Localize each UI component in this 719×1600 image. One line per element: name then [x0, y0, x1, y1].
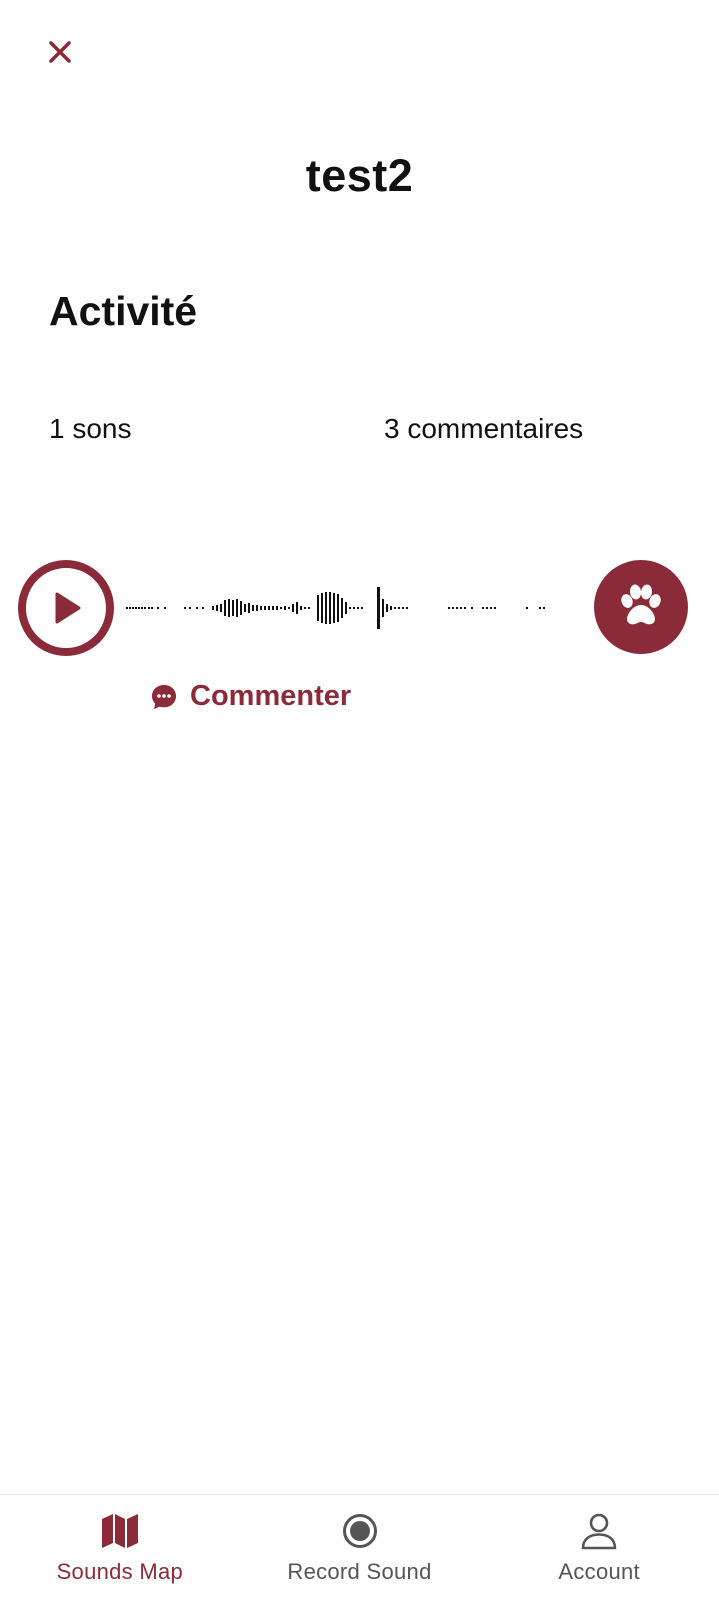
waveform-bar: [284, 606, 286, 610]
paw-icon: [621, 584, 661, 625]
waveform-bar: [138, 607, 140, 609]
waveform-bar: [272, 606, 274, 610]
waveform-bar: [184, 607, 186, 609]
nav-label-sounds-map: Sounds Map: [56, 1559, 184, 1584]
waveform-bar: [196, 607, 198, 609]
waveform-bar: [252, 605, 254, 611]
waveform-bar: [386, 604, 388, 612]
waveform-bar: [202, 607, 204, 609]
nav-label-account: Account: [558, 1559, 640, 1584]
waveform-bar: [212, 606, 214, 610]
waveform-bar: [526, 607, 528, 609]
waveform-bar: [390, 606, 392, 610]
waveform-bar: [321, 593, 323, 623]
page-title: test2: [305, 150, 414, 201]
waveform-bar: [300, 606, 302, 610]
waveform-bar: [398, 607, 400, 609]
play-icon: [55, 592, 81, 624]
waveform-bar: [471, 607, 473, 609]
waveform-bar: [543, 607, 545, 609]
waveform-bar: [448, 607, 450, 609]
waveform-bar: [456, 607, 458, 609]
play-button[interactable]: [18, 560, 114, 656]
waveform-bar: [329, 592, 331, 624]
waveform-bar: [325, 592, 327, 624]
waveform-bar: [228, 599, 230, 617]
waveform-bar: [292, 604, 294, 612]
waveform-bar: [357, 607, 359, 609]
comment-button[interactable]: Commenter: [150, 680, 351, 713]
waveform-bar: [164, 607, 166, 609]
waveform-bar: [135, 607, 137, 609]
waveform-bar: [341, 598, 343, 618]
waveform-bar: [232, 600, 234, 616]
waveform-bar: [126, 607, 128, 609]
waveform-bar: [464, 607, 466, 609]
paw-button[interactable]: [594, 560, 688, 654]
waveform-bar: [129, 607, 131, 609]
waveform-bar: [264, 606, 266, 610]
waveform-bar: [296, 602, 298, 614]
waveform-bar: [377, 587, 380, 629]
waveform-bar: [394, 607, 396, 609]
comments-count: 3 commentaires: [384, 413, 584, 444]
waveform-bar: [406, 607, 408, 609]
waveform-bar: [452, 607, 454, 609]
bottom-navigation: Sounds Map Record Sound Account: [0, 1494, 719, 1600]
waveform-bar: [141, 607, 143, 609]
nav-item-account[interactable]: Account: [479, 1495, 719, 1600]
sounds-count: 1 sons: [49, 413, 132, 444]
waveform-bar: [144, 607, 146, 609]
nav-item-sounds-map[interactable]: Sounds Map: [0, 1495, 240, 1600]
waveform-bar: [361, 607, 363, 609]
waveform-bar: [288, 607, 290, 609]
waveform-bar: [244, 604, 246, 612]
waveform-bar: [494, 607, 496, 609]
close-button[interactable]: [40, 32, 80, 72]
waveform-bar: [240, 601, 242, 615]
waveform-bar: [349, 607, 351, 609]
waveform-bar: [460, 607, 462, 609]
waveform-bar: [490, 607, 492, 609]
waveform-bar: [333, 593, 335, 623]
waveform-bar: [157, 607, 159, 609]
waveform-bar: [256, 605, 258, 611]
record-icon: [340, 1511, 380, 1551]
waveform-bar: [280, 607, 282, 609]
waveform-bar: [486, 607, 488, 609]
waveform-bar: [148, 607, 150, 609]
waveform-bar: [268, 606, 270, 610]
waveform-bar: [224, 600, 226, 616]
waveform-bar: [539, 607, 541, 609]
waveform-bar: [189, 607, 191, 609]
account-icon: [579, 1511, 619, 1551]
waveform-bar: [402, 607, 404, 609]
waveform-bar: [345, 602, 347, 614]
waveform-bar: [220, 604, 222, 612]
waveform-bar: [482, 607, 484, 609]
comment-bubble-icon: [152, 684, 176, 709]
nav-label-record-sound: Record Sound: [287, 1559, 432, 1584]
waveform-bar: [276, 606, 278, 610]
close-icon: [49, 41, 71, 63]
waveform-bar: [317, 595, 319, 621]
waveform-bar: [308, 607, 310, 609]
waveform-bar: [132, 607, 134, 609]
audio-player: [0, 560, 719, 656]
map-icon: [100, 1511, 140, 1551]
waveform-bar: [353, 607, 355, 609]
waveform-bar: [216, 605, 218, 611]
activity-heading: Activité: [49, 288, 198, 334]
comment-label: Commenter: [190, 680, 352, 712]
waveform-bar: [304, 607, 306, 609]
waveform-bar: [151, 607, 153, 609]
waveform-bar: [382, 599, 384, 617]
waveform-bar: [260, 606, 262, 610]
waveform-bar: [248, 603, 250, 613]
waveform-bar: [236, 599, 238, 617]
waveform-bar: [337, 594, 339, 622]
waveform[interactable]: [126, 578, 562, 638]
nav-item-record-sound[interactable]: Record Sound: [240, 1495, 480, 1600]
sound-detail-screen: test2 Activité 1 sons 3 commentaires Com…: [0, 0, 719, 1600]
